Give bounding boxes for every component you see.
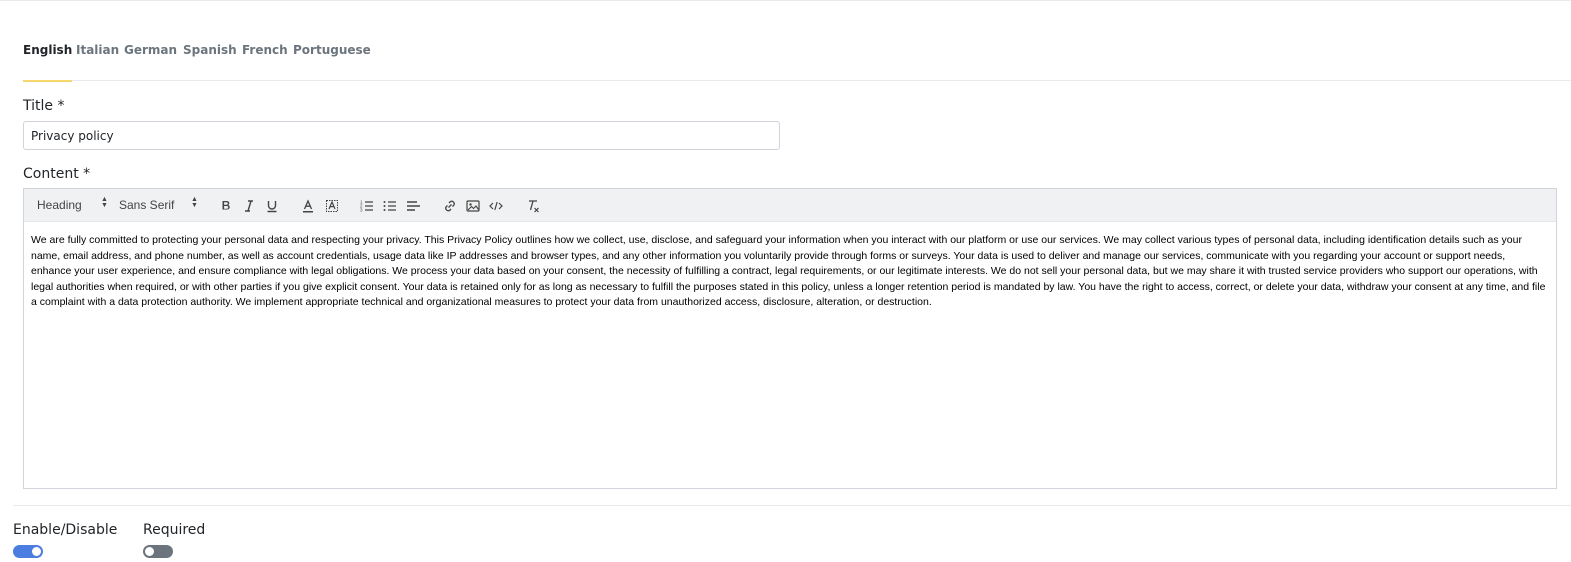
editor-toolbar: Heading ▲ ▼ Sans Serif ▲ ▼ 123: [24, 189, 1556, 222]
heading-select-label: Heading: [37, 198, 82, 212]
section-divider: [13, 505, 1571, 506]
ordered-list-icon[interactable]: 123: [358, 197, 376, 215]
heading-select[interactable]: Heading ▲ ▼: [37, 196, 109, 213]
code-icon[interactable]: [487, 197, 505, 215]
title-label: Title *: [23, 98, 65, 114]
required-toggle[interactable]: [143, 545, 173, 558]
align-icon[interactable]: [404, 197, 422, 215]
bullet-list-icon[interactable]: [381, 197, 399, 215]
content-label: Content *: [23, 166, 91, 182]
tab-portuguese[interactable]: Portuguese: [293, 36, 371, 81]
title-input[interactable]: [23, 121, 780, 150]
tab-italian[interactable]: Italian: [76, 36, 119, 81]
image-icon[interactable]: [464, 197, 482, 215]
tab-german[interactable]: German: [124, 36, 177, 81]
bold-icon[interactable]: [217, 197, 235, 215]
tab-french[interactable]: French: [242, 36, 288, 81]
select-arrows-icon: ▲ ▼: [191, 196, 198, 209]
background-color-icon[interactable]: [323, 197, 341, 215]
svg-text:3: 3: [360, 208, 363, 213]
link-icon[interactable]: [441, 197, 459, 215]
enable-disable-label: Enable/Disable: [13, 522, 118, 538]
editor-content[interactable]: We are fully committed to protecting you…: [31, 233, 1547, 311]
language-tabs: English Italian German Spanish French Po…: [23, 36, 1571, 82]
font-select[interactable]: Sans Serif ▲ ▼: [119, 196, 201, 213]
toggle-knob: [145, 547, 154, 556]
clear-format-icon[interactable]: [524, 197, 542, 215]
toggle-knob: [32, 547, 41, 556]
text-color-icon[interactable]: [299, 197, 317, 215]
enable-disable-toggle[interactable]: [13, 545, 43, 558]
font-select-label: Sans Serif: [119, 198, 175, 212]
top-divider: [0, 0, 1571, 1]
underline-icon[interactable]: [263, 197, 281, 215]
select-arrows-icon: ▲ ▼: [101, 196, 108, 209]
tab-spanish[interactable]: Spanish: [183, 36, 237, 81]
rich-text-editor: Heading ▲ ▼ Sans Serif ▲ ▼ 123 We are fu…: [23, 188, 1557, 489]
tab-english[interactable]: English: [23, 36, 73, 82]
required-label: Required: [143, 522, 206, 538]
italic-icon[interactable]: [240, 197, 258, 215]
